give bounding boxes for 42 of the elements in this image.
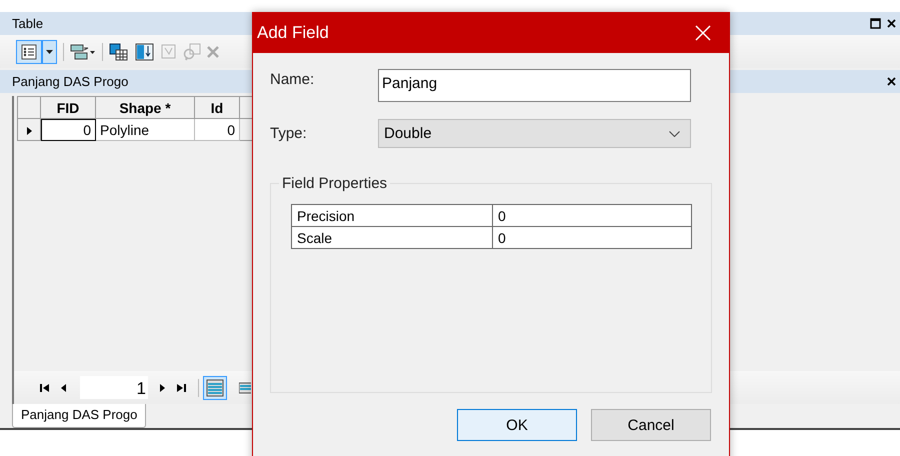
type-label: Type:	[270, 124, 308, 142]
close-icon[interactable]	[887, 19, 896, 28]
column-header[interactable]: Id	[194, 96, 240, 118]
table-cell: Polyline	[96, 118, 194, 140]
select-by-attributes-icon[interactable]	[109, 42, 129, 60]
record-number-field[interactable]: 1	[80, 376, 148, 399]
show-all-records-button[interactable]	[203, 376, 227, 400]
ok-button[interactable]: OK	[457, 409, 577, 441]
dropdown-button[interactable]	[42, 40, 57, 64]
row-header[interactable]	[18, 118, 40, 140]
last-record-icon[interactable]	[177, 384, 186, 392]
chevron-down-icon	[669, 130, 680, 136]
name-field[interactable]: Panjang	[378, 69, 691, 102]
first-record-icon[interactable]	[40, 384, 49, 392]
group-title: Field Properties	[279, 175, 390, 192]
column-header[interactable]: Shape *	[96, 96, 194, 118]
cancel-button[interactable]: Cancel	[591, 409, 711, 441]
close-icon[interactable]	[887, 77, 896, 86]
maximize-icon[interactable]	[870, 18, 881, 29]
property-name: Scale	[292, 226, 492, 248]
property-name: Precision	[292, 204, 492, 226]
switch-selection-icon[interactable]	[135, 42, 155, 60]
next-record-icon[interactable]	[160, 384, 165, 392]
previous-record-icon[interactable]	[61, 384, 66, 392]
property-value[interactable]: 0	[492, 226, 692, 248]
current-row-icon	[26, 126, 32, 134]
dialog-title: Add Field	[257, 23, 330, 43]
caret-down-icon	[46, 50, 53, 54]
name-label: Name:	[270, 70, 316, 88]
window-title: Table	[12, 16, 44, 31]
list-icon	[21, 44, 37, 60]
table-view-icon	[206, 378, 224, 396]
type-dropdown[interactable]: Double	[378, 119, 691, 148]
table-name: Panjang DAS Progo	[12, 74, 128, 89]
related-tables-icon[interactable]	[70, 42, 96, 60]
table-options-button[interactable]	[16, 40, 42, 64]
table-cell: 0	[40, 118, 96, 140]
column-header[interactable]: FID	[40, 96, 96, 118]
table-tab[interactable]: Panjang DAS Progo	[12, 404, 146, 428]
table-cell: 0	[194, 118, 240, 140]
property-value[interactable]: 0	[492, 204, 692, 226]
show-selected-records-icon[interactable]	[239, 380, 251, 394]
